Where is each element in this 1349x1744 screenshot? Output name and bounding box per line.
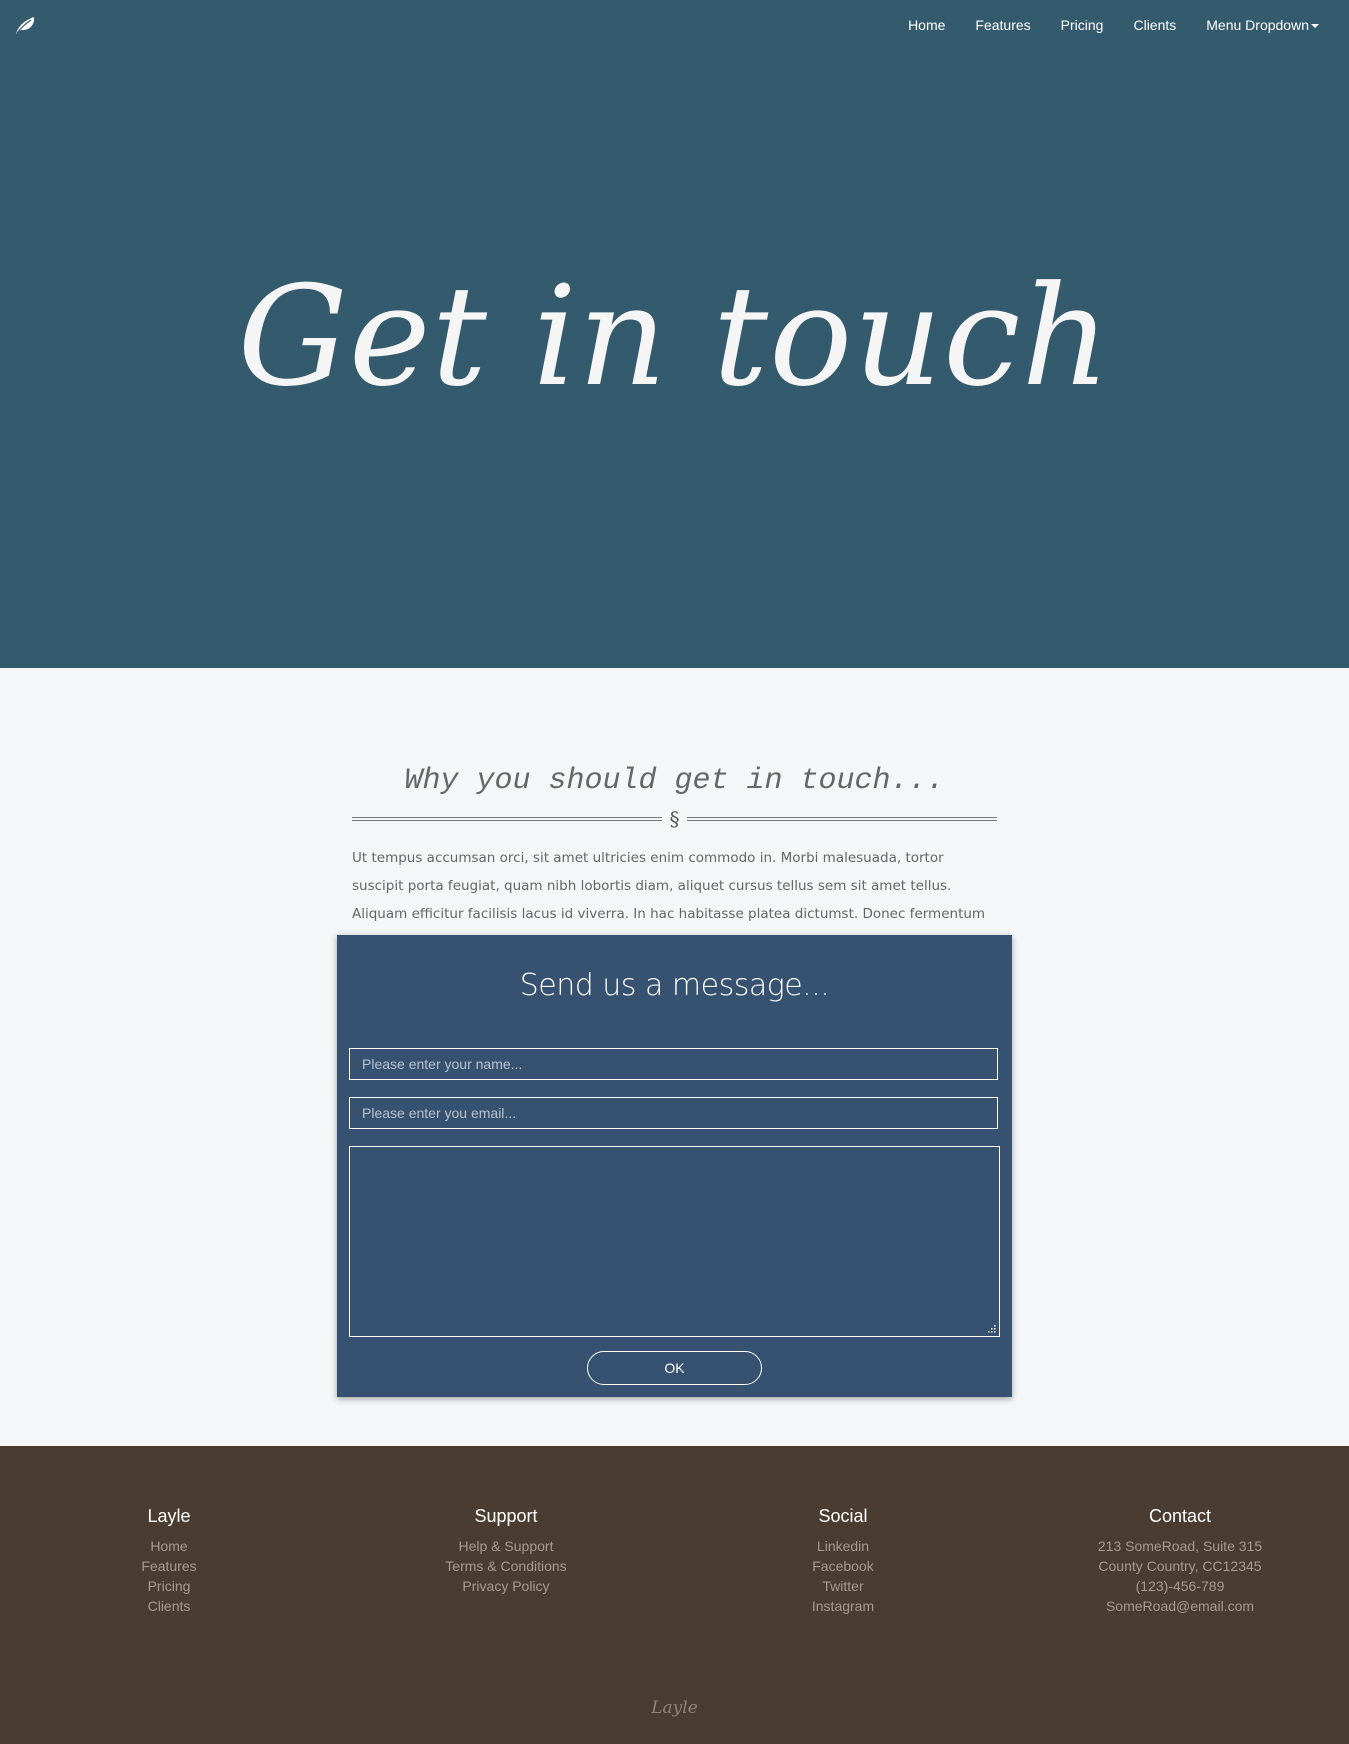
footer-column-contact: Contact 213 SomeRoad, Suite 315 County C… (1030, 1504, 1330, 1616)
message-form: Send us a message... OK (337, 935, 1012, 1397)
footer-link-pricing[interactable]: Pricing (19, 1576, 319, 1596)
nav-features[interactable]: Features (975, 16, 1030, 34)
footer-column-title: Support (474, 1506, 538, 1526)
divider-line-left (352, 817, 662, 821)
footer-link-facebook[interactable]: Facebook (693, 1556, 993, 1576)
caret-down-icon (1311, 24, 1319, 29)
message-textarea[interactable] (349, 1146, 1000, 1337)
nav-menu-dropdown-label: Menu Dropdown (1206, 17, 1309, 33)
footer-column-layle: Layle Home Features Pricing Clients (19, 1504, 319, 1616)
footer-link-terms[interactable]: Terms & Conditions (356, 1556, 656, 1576)
footer-link-twitter[interactable]: Twitter (693, 1576, 993, 1596)
footer-column-support: Support Help & Support Terms & Condition… (356, 1504, 656, 1596)
nav-pricing[interactable]: Pricing (1061, 16, 1104, 34)
nav-menu-dropdown[interactable]: Menu Dropdown (1206, 16, 1319, 34)
site-footer: Layle Home Features Pricing Clients Supp… (0, 1446, 1349, 1744)
footer-column-title: Layle (147, 1506, 191, 1526)
leaf-icon[interactable] (14, 15, 36, 35)
form-title: Send us a message... (519, 968, 830, 1003)
hero-title: Get in touch (237, 256, 1112, 417)
footer-link-help[interactable]: Help & Support (356, 1536, 656, 1556)
footer-link-home[interactable]: Home (19, 1536, 319, 1556)
name-input[interactable] (349, 1048, 998, 1080)
nav-home[interactable]: Home (908, 16, 945, 34)
footer-link-linkedin[interactable]: Linkedin (693, 1536, 993, 1556)
footer-column-social: Social Linkedin Facebook Twitter Instagr… (693, 1504, 993, 1616)
footer-column-title: Contact (1148, 1506, 1212, 1526)
section-divider: § (352, 807, 997, 831)
section-symbol: § (669, 807, 680, 831)
hero-section: Home Features Pricing Clients Menu Dropd… (0, 0, 1349, 668)
resize-grip-icon[interactable] (988, 1325, 996, 1333)
intro-heading: Why you should get in touch... (404, 764, 945, 798)
contact-section: Why you should get in touch... § Ut temp… (0, 668, 1349, 1446)
footer-brand-logo: Layle (651, 1698, 698, 1718)
footer-link-clients[interactable]: Clients (19, 1596, 319, 1616)
footer-link-features[interactable]: Features (19, 1556, 319, 1576)
footer-column-title: Social (818, 1506, 868, 1526)
contact-phone: (123)-456-789 (1135, 1578, 1225, 1594)
divider-line-right (687, 817, 997, 821)
main-nav: Home Features Pricing Clients Menu Dropd… (878, 16, 1319, 34)
footer-link-privacy[interactable]: Privacy Policy (356, 1576, 656, 1596)
contact-address-line2: County Country, CC12345 (1098, 1558, 1262, 1574)
contact-email[interactable]: SomeRoad@email.com (1030, 1596, 1330, 1616)
footer-link-instagram[interactable]: Instagram (693, 1596, 993, 1616)
contact-address-line1: 213 SomeRoad, Suite 315 (1097, 1538, 1263, 1554)
nav-clients[interactable]: Clients (1133, 16, 1176, 34)
submit-button[interactable]: OK (587, 1351, 762, 1385)
email-input[interactable] (349, 1097, 998, 1129)
